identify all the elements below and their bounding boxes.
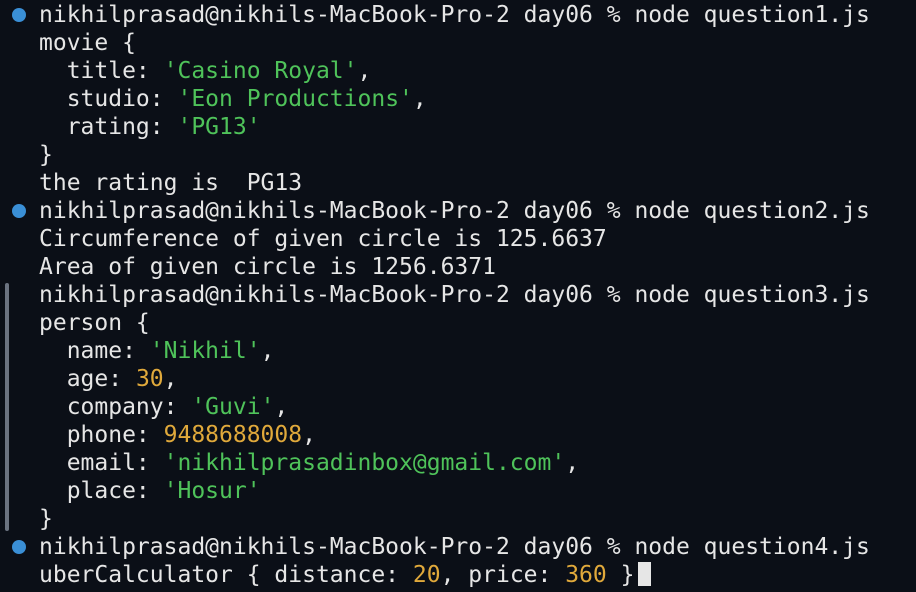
output-line: company: 'Guvi', (39, 394, 289, 420)
output-line: name: 'Nikhil', (39, 338, 275, 364)
command-text: node question2.js (634, 198, 870, 224)
output-line: } (39, 506, 53, 532)
prompt-line-2: nikhilprasad@nikhils-MacBook-Pro-2 day06… (39, 197, 870, 225)
output-line: Circumference of given circle is 125.663… (39, 226, 607, 252)
prompt-marker-icon (12, 540, 26, 554)
output-line: person { (39, 310, 150, 336)
command-text: node question1.js (634, 2, 870, 28)
output-line: place: 'Hosur' (39, 478, 261, 504)
command-text: node question3.js (634, 282, 870, 308)
terminal-window[interactable]: nikhilprasad@nikhils-MacBook-Pro-2 day06… (0, 0, 916, 592)
prompt-line-4: nikhilprasad@nikhils-MacBook-Pro-2 day06… (39, 533, 870, 561)
prompt-line-1: nikhilprasad@nikhils-MacBook-Pro-2 day06… (39, 1, 870, 29)
output-line: age: 30, (39, 366, 178, 392)
selection-gutter-bar (5, 283, 9, 531)
output-line: Area of given circle is 1256.6371 (39, 254, 496, 280)
output-line: uberCalculator { distance: 20, price: 36… (39, 561, 652, 589)
output-line: studio: 'Eon Productions', (39, 86, 427, 112)
prompt-marker-icon (12, 204, 26, 218)
prompt-text: nikhilprasad@nikhils-MacBook-Pro-2 day06… (39, 2, 635, 28)
prompt-line-3: nikhilprasad@nikhils-MacBook-Pro-2 day06… (39, 281, 870, 309)
text-cursor (638, 562, 652, 586)
output-line: email: 'nikhilprasadinbox@gmail.com', (39, 450, 580, 476)
prompt-text: nikhilprasad@nikhils-MacBook-Pro-2 day06… (39, 198, 635, 224)
prompt-text: nikhilprasad@nikhils-MacBook-Pro-2 day06… (39, 282, 635, 308)
prompt-marker-icon (12, 8, 26, 22)
prompt-text: nikhilprasad@nikhils-MacBook-Pro-2 day06… (39, 534, 635, 560)
output-line: movie { (39, 30, 136, 56)
output-line: the rating is PG13 (39, 170, 303, 196)
output-line: rating: 'PG13' (39, 114, 261, 140)
output-line: title: 'Casino Royal', (39, 58, 372, 84)
output-line: } (39, 142, 53, 168)
output-line: phone: 9488688008, (39, 422, 316, 448)
command-text: node question4.js (634, 534, 870, 560)
